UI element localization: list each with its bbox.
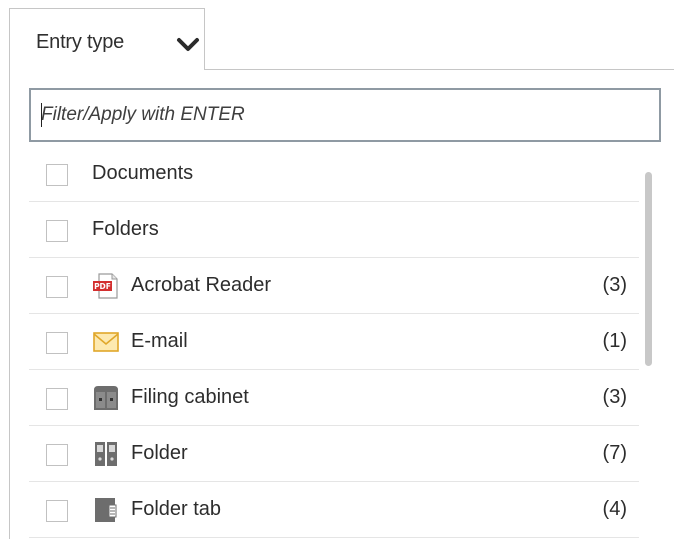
checkbox[interactable] (46, 444, 68, 466)
list-item-folder[interactable]: Folder (7) (29, 426, 639, 482)
item-count: (1) (602, 330, 627, 352)
checkbox[interactable] (46, 388, 68, 410)
item-count: (7) (602, 442, 627, 464)
list-item-acrobat-reader[interactable]: PDF Acrobat Reader (3) (29, 258, 639, 314)
item-count: (3) (602, 274, 627, 296)
tab-entry-type[interactable]: Entry type (9, 8, 205, 70)
checkbox[interactable] (46, 332, 68, 354)
item-label: Acrobat Reader (131, 274, 272, 296)
item-count: (3) (602, 386, 627, 408)
checkbox[interactable] (46, 220, 68, 242)
item-label: Documents (92, 162, 194, 184)
item-label: E-mail (131, 330, 188, 352)
folder-tab-icon (95, 498, 117, 522)
list-item-folders[interactable]: Folders (29, 202, 639, 258)
chevron-down-icon[interactable] (176, 37, 200, 53)
tab-baseline (204, 69, 674, 70)
filing-cabinet-icon (94, 386, 118, 410)
list-item-documents[interactable]: Documents (29, 146, 639, 202)
filter-input[interactable] (41, 90, 641, 140)
item-label: Filing cabinet (131, 386, 249, 408)
checkbox[interactable] (46, 276, 68, 298)
list-item-email[interactable]: E-mail (1) (29, 314, 639, 370)
folder-binder-icon (95, 442, 117, 466)
pdf-icon: PDF (93, 273, 118, 299)
checkbox[interactable] (46, 500, 68, 522)
item-label: Folder tab (131, 498, 222, 520)
list-item-folder-tab[interactable]: Folder tab (4) (29, 482, 639, 538)
text-caret (41, 103, 42, 127)
list-item-filing-cabinet[interactable]: Filing cabinet (3) (29, 370, 639, 426)
tab-label: Entry type (36, 31, 125, 53)
panel-border (9, 69, 10, 539)
vertical-scrollbar[interactable] (645, 172, 652, 366)
filter-box[interactable] (29, 88, 661, 142)
checkbox[interactable] (46, 164, 68, 186)
svg-text:PDF: PDF (94, 282, 111, 291)
entry-type-list: Documents Folders PDF Acrobat Reader (3)… (29, 146, 639, 539)
item-label: Folders (92, 218, 159, 240)
email-icon (93, 332, 119, 352)
item-count: (4) (602, 498, 627, 520)
item-label: Folder (131, 442, 188, 464)
